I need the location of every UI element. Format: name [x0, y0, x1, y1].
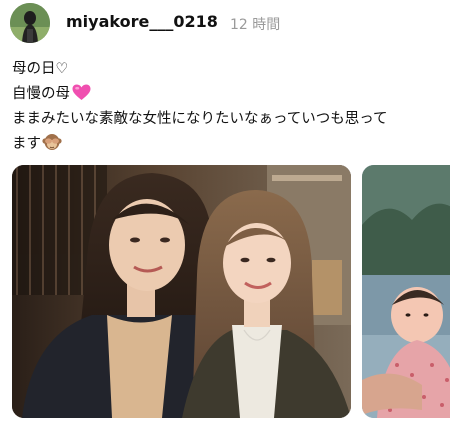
post-caption: 母の日♡ 自慢の母 ままみたいな素敵な女性になりたいなぁっていつも思って ます	[12, 57, 444, 157]
photo-carousel[interactable]	[12, 165, 450, 420]
avatar[interactable]	[10, 3, 50, 43]
caption-line-3: ままみたいな素敵な女性になりたいなぁっていつも思って	[12, 111, 388, 127]
caption-line-2-text: 自慢の母	[12, 86, 70, 102]
timestamp: 12 時間	[230, 17, 281, 33]
caption-line-4-text: ます	[12, 136, 41, 152]
caption-line-4: ます	[12, 132, 444, 157]
caption-line-2: 自慢の母	[12, 82, 444, 107]
username[interactable]: miyakore___0218	[66, 12, 218, 31]
photo-baby[interactable]	[362, 165, 450, 418]
photo-mother-daughter[interactable]	[12, 165, 351, 418]
see-no-evil-monkey-icon	[42, 133, 62, 151]
pink-heart-icon	[72, 84, 91, 101]
caption-line-1: 母の日♡	[12, 61, 69, 77]
post-header: miyakore___0218 12 時間	[10, 3, 440, 43]
